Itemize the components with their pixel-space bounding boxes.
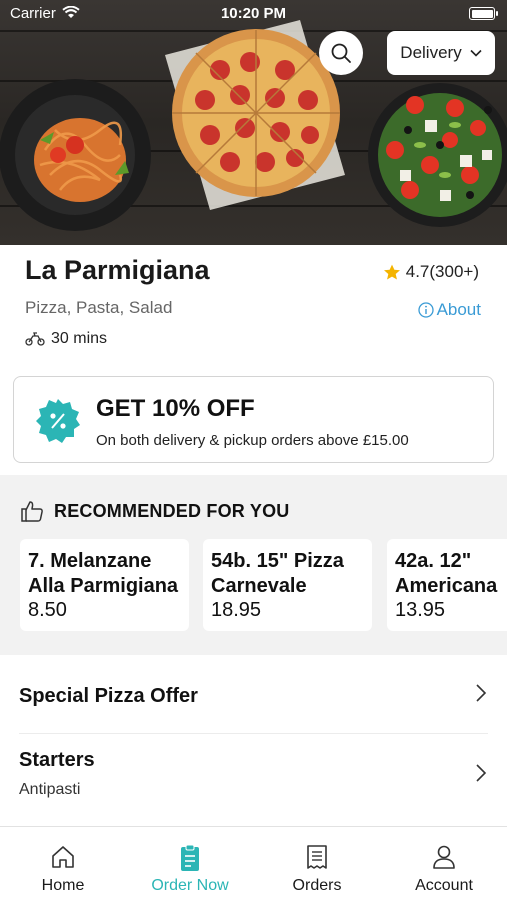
tab-order-now[interactable]: Order Now — [127, 827, 253, 900]
info-icon — [417, 302, 434, 318]
recommended-heading: RECOMMENDED FOR YOU — [20, 500, 289, 522]
delivery-time: 30 mins — [25, 330, 107, 348]
hero-banner: Carrier 10:20 PM Delivery — [0, 0, 507, 245]
home-icon — [52, 846, 74, 868]
recommended-item-price: 18.95 — [211, 599, 262, 621]
tab-label: Orders — [292, 877, 342, 894]
recommended-title: RECOMMENDED FOR YOU — [54, 500, 290, 521]
spaghetti-plate — [0, 79, 151, 231]
tab-orders[interactable]: Orders — [254, 827, 380, 900]
status-bar: Carrier 10:20 PM — [0, 0, 507, 28]
status-time: 10:20 PM — [220, 5, 287, 22]
recommended-item-price: 8.50 — [28, 599, 67, 621]
scooter-icon — [25, 332, 45, 346]
recommended-item-price: 13.95 — [395, 599, 446, 621]
delivery-time-value: 30 mins — [51, 330, 108, 347]
recommended-card[interactable]: 42a. 12" Americana 13.95 — [387, 539, 507, 631]
salad-bowl — [368, 83, 507, 227]
recommended-item-name: 42a. 12" Americana — [395, 550, 498, 597]
recommended-card[interactable]: 54b. 15" Pizza Carnevale 18.95 — [203, 539, 372, 631]
search-icon — [331, 43, 351, 63]
menu-category-subtitle: Antipasti — [19, 781, 81, 798]
cuisine-list: Pizza, Pasta, Salad — [25, 298, 173, 317]
promo-subtitle: On both delivery & pickup orders above £… — [96, 432, 409, 449]
menu-category-title: Special Pizza Offer — [19, 685, 198, 707]
about-label: About — [436, 300, 481, 319]
recommended-item-name: 7. Melanzane Alla Parmigiana — [28, 550, 179, 597]
tab-label: Account — [415, 877, 473, 894]
menu-category-title: Starters — [19, 749, 95, 771]
thumbs-up-icon — [21, 501, 43, 522]
discount-badge-icon — [36, 399, 80, 443]
user-icon — [433, 845, 455, 869]
recommended-section: RECOMMENDED FOR YOU 7. Melanzane Alla Pa… — [0, 475, 507, 655]
receipt-icon — [307, 845, 327, 869]
tab-home[interactable]: Home — [0, 827, 126, 900]
chevron-right-icon — [476, 764, 487, 782]
tab-label: Order Now — [151, 877, 229, 894]
chevron-right-icon — [476, 684, 487, 702]
rating-value: 4.7(300+) — [405, 262, 479, 281]
restaurant-name: La Parmigiana — [25, 255, 210, 285]
bottom-tab-bar: Home Order Now Orders Account — [0, 826, 507, 900]
star-icon — [383, 264, 400, 280]
about-link[interactable]: About — [417, 300, 481, 320]
recommended-item-name: 54b. 15" Pizza Carnevale — [211, 550, 344, 597]
delivery-mode-dropdown[interactable]: Delivery — [387, 31, 495, 75]
tab-label: Home — [41, 877, 85, 894]
chevron-down-icon — [470, 49, 482, 57]
menu-category-row[interactable]: Starters Antipasti — [0, 734, 507, 826]
order-icon — [181, 844, 199, 871]
rating: 4.7(300+) — [383, 262, 479, 282]
delivery-mode-label: Delivery — [400, 43, 462, 62]
search-button[interactable] — [319, 31, 363, 75]
recommended-card[interactable]: 7. Melanzane Alla Parmigiana 8.50 — [20, 539, 189, 631]
menu-category-row[interactable]: Special Pizza Offer — [0, 655, 507, 733]
battery-icon — [469, 7, 498, 20]
pizza — [165, 20, 345, 210]
tab-account[interactable]: Account — [381, 827, 507, 900]
promo-title: GET 10% OFF — [96, 395, 255, 422]
promo-banner[interactable]: GET 10% OFF On both delivery & pickup or… — [13, 376, 494, 463]
